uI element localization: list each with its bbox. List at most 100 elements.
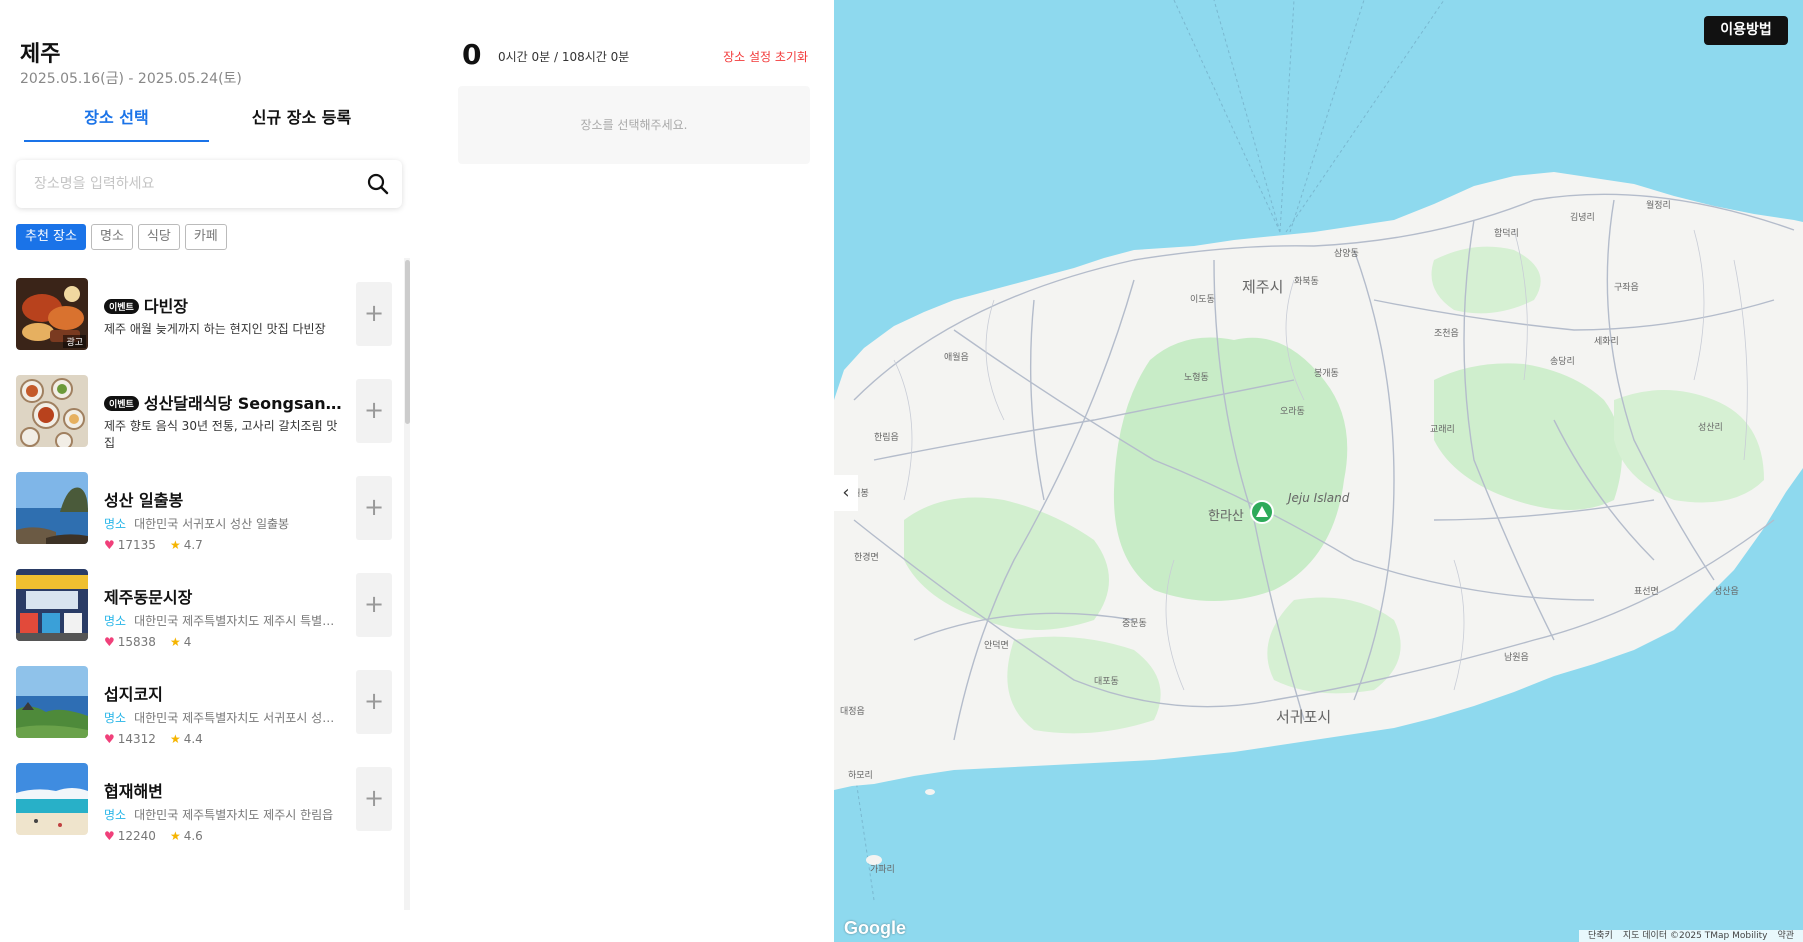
place-name: 성산달래식당 Seongsan Dallae Restaurant xyxy=(143,394,344,413)
ad-label: 광고 xyxy=(63,335,86,348)
collapse-panel-button[interactable]: ‹ xyxy=(834,475,858,511)
shortcuts-link[interactable]: 단축키 xyxy=(1588,931,1613,941)
star-icon: ★ xyxy=(169,829,181,843)
map-label-hamdeok: 함덕리 xyxy=(1494,228,1519,239)
place-category: 명소 xyxy=(104,808,127,822)
place-address-row: 명소 대한민국 서귀포시 성산 일출봉 xyxy=(104,515,336,532)
map-label-songdang: 송당리 xyxy=(1550,356,1575,367)
add-place-button[interactable]: + xyxy=(356,573,392,637)
add-place-button[interactable]: + xyxy=(356,767,392,831)
place-likes: 17135 xyxy=(117,538,156,552)
place-likes: 12240 xyxy=(117,829,156,843)
place-stats: ♥ 14312 ★ 4.4 xyxy=(104,732,203,746)
place-search-input[interactable] xyxy=(34,172,354,196)
map-label-aewol: 애월읍 xyxy=(944,351,969,363)
place-thumbnail xyxy=(16,569,88,641)
chip-recommended[interactable]: 추천 장소 xyxy=(16,224,86,250)
trip-city: 제주 xyxy=(20,42,61,67)
map-label-seongsan: 성산읍 xyxy=(1714,586,1739,597)
plus-icon: + xyxy=(363,396,385,424)
map-label-seogwipo-si: 서귀포시 xyxy=(1276,708,1331,726)
add-place-button[interactable]: + xyxy=(356,282,392,346)
place-item[interactable]: 이벤트 성산달래식당 Seongsan Dallae Restaurant 제주 … xyxy=(0,359,400,471)
map-label-daejeong: 대정읍 xyxy=(840,706,865,717)
place-thumbnail xyxy=(16,472,88,544)
chip-attraction[interactable]: 명소 xyxy=(90,224,133,250)
map-label-bongae: 봉개동 xyxy=(1314,368,1339,379)
empty-selection-message: 장소를 선택해주세요. xyxy=(458,86,810,164)
map-label-daepo: 대포동 xyxy=(1094,676,1119,687)
add-place-button[interactable]: + xyxy=(356,670,392,734)
place-thumbnail xyxy=(16,763,88,835)
terms-link[interactable]: 약관 xyxy=(1777,931,1794,941)
place-likes: 14312 xyxy=(117,732,156,746)
add-place-button[interactable]: + xyxy=(356,476,392,540)
place-item[interactable]: 성산 일출봉 명소 대한민국 서귀포시 성산 일출봉 ♥ 17135 ★ 4.7 + xyxy=(0,456,400,568)
place-rating: 4.6 xyxy=(183,829,203,843)
tab-new-place-register[interactable]: 신규 장소 등록 xyxy=(209,104,394,142)
list-scrollbar-thumb[interactable] xyxy=(405,260,410,424)
jeju-map-canvas[interactable]: 제주시 서귀포시 한라산 Jeju Island 애월읍 한림읍 한경면 대정읍… xyxy=(834,0,1803,942)
map-label-jocheon: 조천읍 xyxy=(1434,328,1459,339)
place-list: 광고 이벤트 다빈장 제주 애월 늦게까지 하는 현지인 맛집 다빈장 + 이벤… xyxy=(0,262,410,910)
map-label-sehwa: 세화리 xyxy=(1594,336,1619,347)
place-category: 명소 xyxy=(104,614,127,628)
map-label-gapado: 가파리 xyxy=(870,864,895,875)
place-thumbnail xyxy=(16,666,88,738)
map-label-namwon: 남원읍 xyxy=(1504,652,1529,663)
place-description: 제주 향토 음식 30년 전통, 고사리 갈치조림 맛집 xyxy=(104,419,338,450)
place-thumbnail: 광고 xyxy=(16,278,88,350)
map-label-ido: 이도동 xyxy=(1190,294,1215,305)
place-name: 협재해변 xyxy=(104,782,163,801)
map-label-jungmun: 중문동 xyxy=(1122,618,1147,629)
map-label-gujwa: 구좌읍 xyxy=(1614,282,1639,293)
place-search-box xyxy=(16,160,402,208)
event-badge: 이벤트 xyxy=(104,396,139,411)
place-address: 대한민국 제주특별자치도 서귀포시 성산읍 xyxy=(134,711,336,725)
map-attribution: 단축키 지도 데이터 ©2025 TMap Mobility 약관 xyxy=(1579,930,1803,942)
map-label-nohyeong: 노형동 xyxy=(1184,372,1209,383)
place-likes: 15838 xyxy=(117,635,156,649)
place-item[interactable]: 제주동문시장 명소 대한민국 제주특별자치도 제주시 특별자치도 ♥ 15838 ★ 4… xyxy=(0,553,400,665)
chip-cafe[interactable]: 카페 xyxy=(184,224,227,250)
star-icon: ★ xyxy=(169,635,181,649)
app-root: 제주 2025.05.16(금) - 2025.05.24(토) 장소 선택 신… xyxy=(0,0,1803,942)
map-label-andeok: 안덕면 xyxy=(984,640,1009,651)
help-button[interactable]: 이용방법 xyxy=(1704,16,1788,45)
place-item[interactable]: 섭지코지 명소 대한민국 제주특별자치도 서귀포시 성산읍 ♥ 14312 ★ 4.4 … xyxy=(0,650,400,762)
plus-icon: + xyxy=(363,687,385,715)
map-label-jeju-island: Jeju Island xyxy=(1286,491,1350,505)
schedule-panel: 0 0시간 0분 / 108시간 0분 장소 설정 초기화 장소를 선택해주세요… xyxy=(452,0,820,942)
selected-count: 0 xyxy=(462,38,482,71)
map-view[interactable]: 제주시 서귀포시 한라산 Jeju Island 애월읍 한림읍 한경면 대정읍… xyxy=(834,0,1803,942)
place-stats: ♥ 17135 ★ 4.7 xyxy=(104,538,203,552)
place-item[interactable]: 협재해변 명소 대한민국 제주특별자치도 제주시 한림읍 ♥ 12240 ★ 4.6 + xyxy=(0,747,400,859)
add-place-button[interactable]: + xyxy=(356,379,392,443)
trip-dates: 2025.05.16(금) - 2025.05.24(토) xyxy=(20,71,242,87)
map-label-samyang: 삼양동 xyxy=(1334,248,1359,259)
plus-icon: + xyxy=(363,590,385,618)
place-category: 명소 xyxy=(104,711,127,725)
heart-icon: ♥ xyxy=(104,732,115,746)
map-label-hallim: 한림읍 xyxy=(874,431,899,443)
tab-place-select[interactable]: 장소 선택 xyxy=(24,104,209,142)
place-address: 대한민국 제주특별자치도 제주시 특별자치도 xyxy=(134,614,336,628)
place-address-row: 명소 대한민국 제주특별자치도 제주시 특별자치도 xyxy=(104,612,336,629)
plus-icon: + xyxy=(363,299,385,327)
place-panel: 제주 2025.05.16(금) - 2025.05.24(토) 장소 선택 신… xyxy=(0,0,420,942)
place-name: 제주동문시장 xyxy=(104,588,193,607)
event-badge: 이벤트 xyxy=(104,299,139,314)
map-label-pyoseon: 표선면 xyxy=(1634,586,1659,597)
place-stats: ♥ 15838 ★ 4 xyxy=(104,635,191,649)
place-description: 제주 애월 늦게까지 하는 현지인 맛집 다빈장 xyxy=(104,322,326,336)
category-filter: 추천 장소 명소 식당 카페 xyxy=(16,224,232,250)
place-rating: 4.4 xyxy=(183,732,203,746)
search-icon[interactable] xyxy=(366,172,390,196)
place-item[interactable]: 광고 이벤트 다빈장 제주 애월 늦게까지 하는 현지인 맛집 다빈장 + xyxy=(0,262,400,374)
heart-icon: ♥ xyxy=(104,538,115,552)
place-name-row: 이벤트 성산달래식당 Seongsan Dallae Restaurant xyxy=(104,390,344,414)
chip-restaurant[interactable]: 식당 xyxy=(137,224,180,250)
map-label-hangyeong: 한경면 xyxy=(854,551,879,563)
reset-places-button[interactable]: 장소 설정 초기화 xyxy=(723,48,808,65)
star-icon: ★ xyxy=(169,732,181,746)
